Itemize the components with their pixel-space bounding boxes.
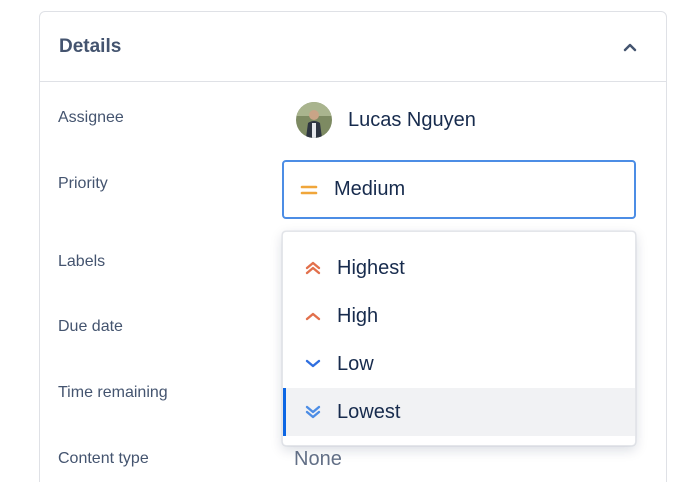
double-chevron-up-icon <box>303 258 323 278</box>
assignee-field[interactable]: Lucas Nguyen <box>296 102 476 138</box>
double-chevron-down-icon <box>303 402 323 422</box>
avatar <box>296 102 332 138</box>
time-remaining-label: Time remaining <box>58 384 168 401</box>
details-panel-header[interactable]: Details <box>40 12 666 82</box>
priority-option-label: High <box>337 304 379 327</box>
collapse-button[interactable] <box>620 37 640 57</box>
panel-title: Details <box>59 36 122 57</box>
priority-select[interactable]: Medium <box>282 160 636 219</box>
content-type-label: Content type <box>58 450 149 467</box>
priority-option-low[interactable]: Low <box>283 340 635 388</box>
priority-dropdown-menu: Highest High Low Lowest <box>282 231 636 446</box>
labels-label: Labels <box>58 253 106 270</box>
priority-option-highest[interactable]: Highest <box>283 244 635 292</box>
priority-label: Priority <box>58 175 108 192</box>
priority-option-label: Highest <box>337 256 405 279</box>
priority-selected-value: Medium <box>334 178 406 200</box>
assignee-name: Lucas Nguyen <box>348 108 476 131</box>
chevron-up-icon <box>623 43 637 52</box>
priority-option-label: Low <box>337 352 374 375</box>
due-date-label: Due date <box>58 318 123 335</box>
content-type-value[interactable]: None <box>294 448 342 471</box>
chevron-up-icon <box>303 306 323 326</box>
chevron-down-icon <box>303 354 323 374</box>
assignee-label: Assignee <box>58 109 124 126</box>
priority-option-high[interactable]: High <box>283 292 635 340</box>
equals-icon <box>298 179 320 201</box>
priority-option-lowest[interactable]: Lowest <box>283 388 635 436</box>
priority-option-label: Lowest <box>337 400 401 423</box>
